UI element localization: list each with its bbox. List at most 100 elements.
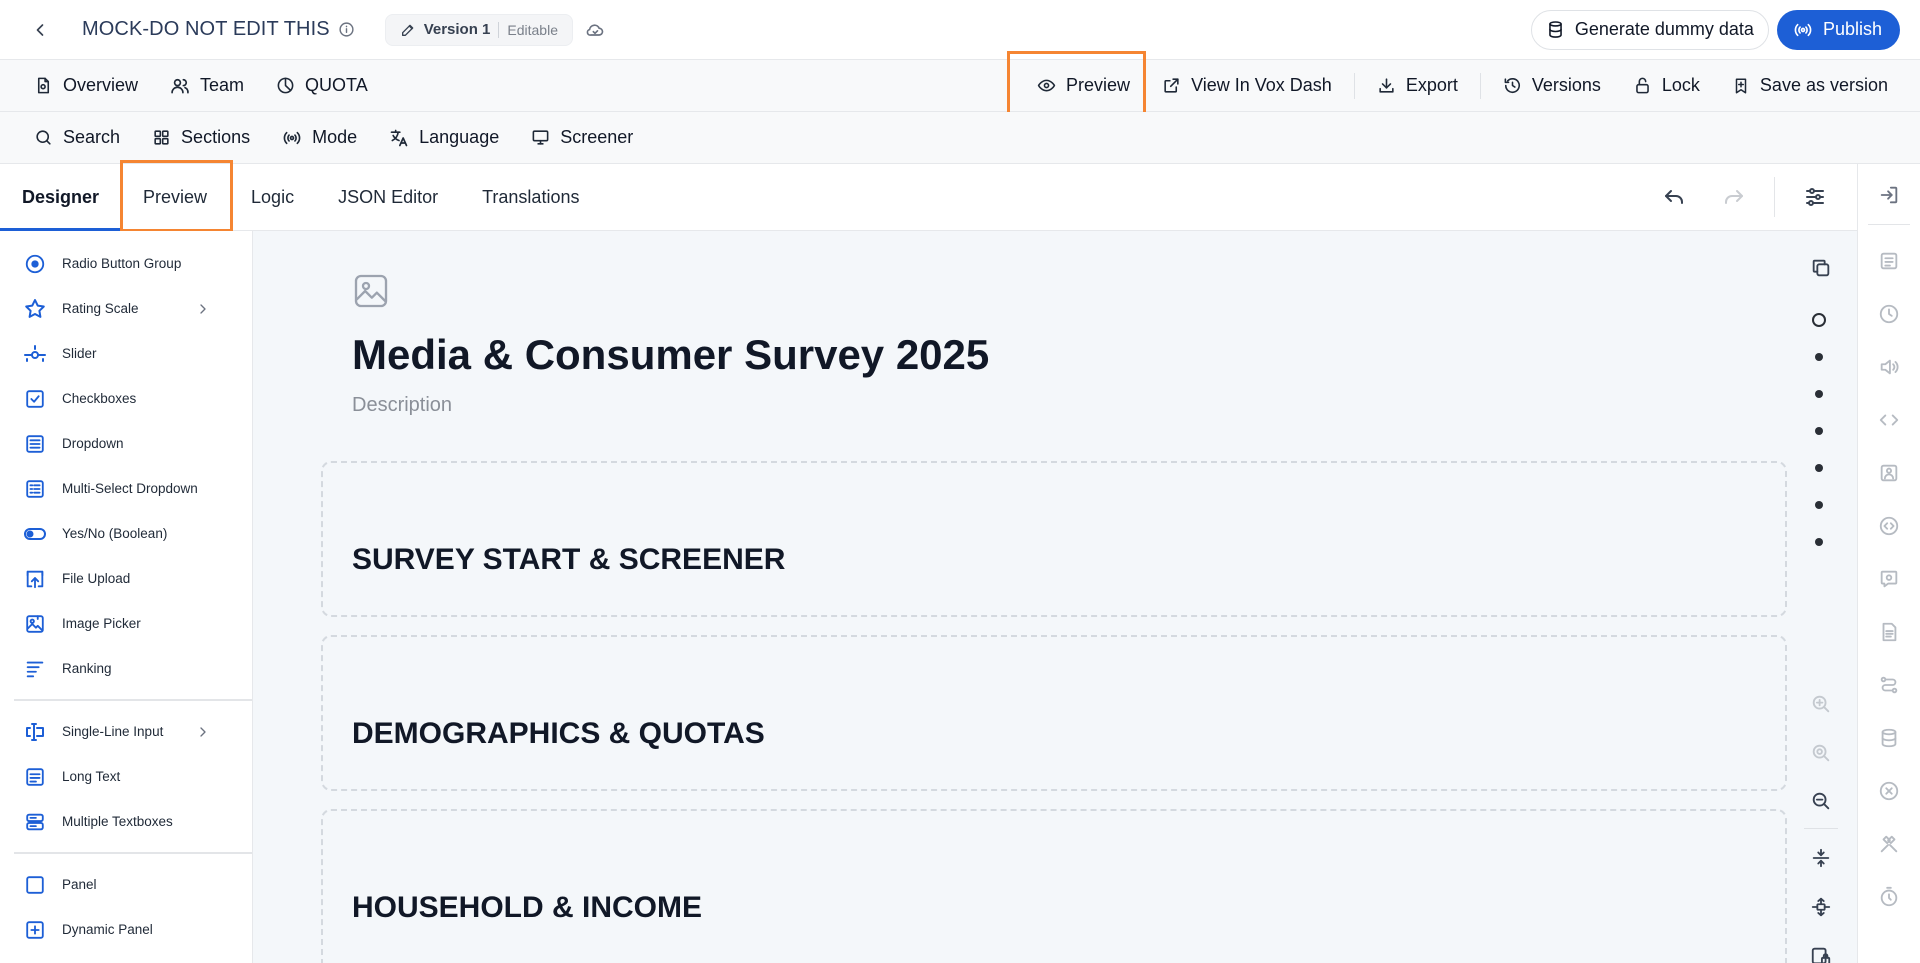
toolbox-item-file-upload[interactable]: File Upload	[0, 556, 252, 601]
back-arrow-icon[interactable]	[20, 10, 60, 50]
monitor-icon	[531, 128, 550, 147]
users-icon	[170, 76, 190, 96]
tools-icon[interactable]	[1872, 827, 1906, 861]
info-icon[interactable]	[338, 21, 355, 38]
image-picker-icon	[22, 611, 48, 637]
expand-all-icon[interactable]	[1804, 890, 1838, 924]
toolbox-item-radio-button-group[interactable]: Radio Button Group	[0, 241, 252, 286]
speaker-icon[interactable]	[1872, 350, 1906, 384]
route-icon[interactable]	[1872, 668, 1906, 702]
survey-title[interactable]: Media & Consumer Survey 2025	[352, 331, 989, 379]
screener-button[interactable]: Screener	[515, 118, 649, 158]
redo-icon[interactable]	[1706, 169, 1762, 225]
survey-description[interactable]: Description	[352, 394, 452, 417]
tab-json-editor[interactable]: JSON Editor	[316, 164, 460, 230]
slider-icon	[22, 341, 48, 367]
broadcast-icon	[1793, 20, 1813, 40]
lock-question-icon[interactable]	[1804, 939, 1838, 963]
database-icon[interactable]	[1872, 721, 1906, 755]
versions-button[interactable]: Versions	[1487, 66, 1617, 106]
overview-button[interactable]: Overview	[18, 66, 154, 106]
team-button[interactable]: Team	[154, 66, 260, 106]
lock-icon	[1633, 76, 1652, 95]
zoom-in-icon[interactable]	[1804, 687, 1838, 721]
view-in-vox-dash-button[interactable]: View In Vox Dash	[1146, 66, 1348, 106]
timer-icon[interactable]	[1872, 880, 1906, 914]
toolbox-item-panel[interactable]: Panel	[0, 862, 252, 907]
tab-translations[interactable]: Translations	[460, 164, 601, 230]
page-indicator[interactable]	[1815, 353, 1823, 361]
version-chip[interactable]: Version 1 Editable	[384, 13, 573, 46]
settings-sliders-icon[interactable]	[1787, 169, 1843, 225]
navigation-icon[interactable]	[1872, 509, 1906, 543]
toolbox-label: File Upload	[62, 571, 131, 586]
search-button[interactable]: Search	[18, 118, 136, 158]
multiple-textboxes-icon	[22, 809, 48, 835]
cloud-sync-icon[interactable]	[585, 20, 605, 40]
page-indicator[interactable]	[1815, 464, 1823, 472]
rail-divider	[1868, 224, 1910, 225]
lock-button[interactable]: Lock	[1617, 66, 1716, 106]
toolbox-item-slider[interactable]: Slider	[0, 331, 252, 376]
toolbox-item-yes-no-boolean[interactable]: Yes/No (Boolean)	[0, 511, 252, 556]
tab-designer[interactable]: Designer	[0, 164, 122, 231]
section-card[interactable]: HOUSEHOLD & INCOME	[321, 809, 1787, 963]
zoom-out-icon[interactable]	[1804, 784, 1838, 818]
toolbox-item-image-picker[interactable]: Image Picker	[0, 601, 252, 646]
toolbox-item-checkboxes[interactable]: Checkboxes	[0, 376, 252, 421]
page-indicator[interactable]	[1815, 427, 1823, 435]
toolbox-label: Ranking	[62, 661, 112, 676]
generate-dummy-data-button[interactable]: Generate dummy data	[1530, 9, 1769, 50]
chat-settings-icon[interactable]	[1872, 562, 1906, 596]
publish-button[interactable]: Publish	[1776, 9, 1900, 50]
chevron-right-icon	[190, 719, 216, 745]
tab-preview[interactable]: Preview	[122, 164, 229, 230]
version-separator	[498, 21, 500, 38]
section-title[interactable]: SURVEY START & SCREENER	[352, 543, 785, 577]
quota-button[interactable]: QUOTA	[260, 66, 384, 106]
preview-label: Preview	[1066, 75, 1131, 95]
toolbox-item-ranking[interactable]: Ranking	[0, 646, 252, 691]
section-card[interactable]: DEMOGRAPHICS & QUOTAS	[321, 635, 1787, 791]
zoom-reset-icon[interactable]	[1804, 736, 1838, 770]
code-icon[interactable]	[1872, 403, 1906, 437]
ranking-icon	[22, 656, 48, 682]
toggle-icon	[22, 521, 48, 547]
section-card[interactable]: SURVEY START & SCREENER	[321, 461, 1787, 617]
undo-icon[interactable]	[1646, 169, 1702, 225]
radio-waves-icon	[282, 128, 302, 148]
toolbox-item-dynamic-panel[interactable]: Dynamic Panel	[0, 907, 252, 952]
close-circle-icon[interactable]	[1872, 774, 1906, 808]
sections-button[interactable]: Sections	[136, 118, 266, 158]
toolbox-item-multiple-textboxes[interactable]: Multiple Textboxes	[0, 799, 252, 844]
language-button[interactable]: Language	[373, 118, 515, 158]
toolbox-label: Single-Line Input	[62, 724, 164, 739]
search-label: Search	[63, 127, 121, 147]
collapse-all-icon[interactable]	[1804, 841, 1838, 875]
clock-icon[interactable]	[1872, 297, 1906, 331]
copy-icon[interactable]	[1804, 251, 1838, 285]
toolbox-item-rating-scale[interactable]: Rating Scale	[0, 286, 252, 331]
list-settings-icon[interactable]	[1872, 244, 1906, 278]
page-indicator[interactable]	[1815, 538, 1823, 546]
page-indicator[interactable]	[1815, 501, 1823, 509]
toolbox-item-dropdown[interactable]: Dropdown	[0, 421, 252, 466]
page-indicator-current[interactable]	[1812, 313, 1826, 327]
document-text-icon[interactable]	[1872, 615, 1906, 649]
star-icon	[22, 296, 48, 322]
page-indicator[interactable]	[1815, 390, 1823, 398]
toolbox-item-long-text[interactable]: Long Text	[0, 754, 252, 799]
export-button[interactable]: Export	[1361, 66, 1474, 106]
save-as-version-button[interactable]: Save as version	[1716, 66, 1902, 106]
sign-in-icon[interactable]	[1872, 178, 1906, 212]
toolbox-divider	[14, 699, 252, 701]
preview-button[interactable]: Preview	[1021, 66, 1146, 106]
tab-logic[interactable]: Logic	[229, 164, 316, 230]
image-icon[interactable]	[1872, 456, 1906, 490]
toolbox-item-multi-select-dropdown[interactable]: Multi-Select Dropdown	[0, 466, 252, 511]
mode-button[interactable]: Mode	[266, 118, 373, 158]
logo-placeholder-icon[interactable]	[351, 271, 391, 311]
toolbox-item-single-line-input[interactable]: Single-Line Input	[0, 709, 252, 754]
section-title[interactable]: HOUSEHOLD & INCOME	[352, 891, 702, 925]
section-title[interactable]: DEMOGRAPHICS & QUOTAS	[352, 717, 765, 751]
